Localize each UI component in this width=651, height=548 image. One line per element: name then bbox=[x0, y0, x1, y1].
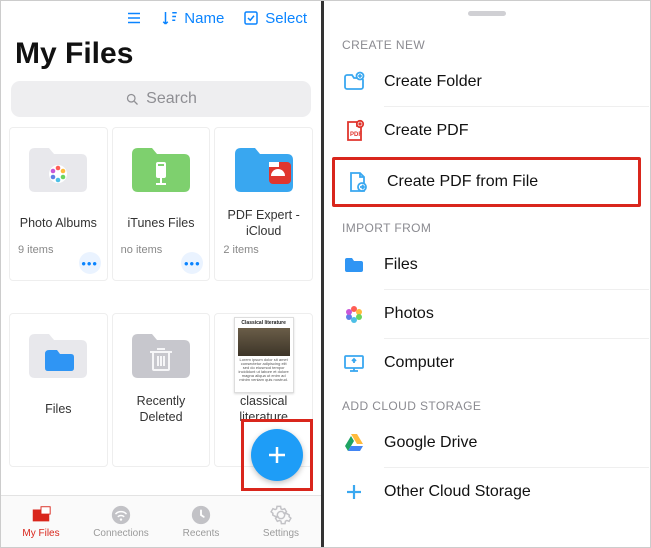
menu-label: Google Drive bbox=[384, 434, 477, 452]
list-icon bbox=[125, 9, 143, 27]
view-mode-button[interactable] bbox=[125, 9, 143, 27]
tab-connections[interactable]: Connections bbox=[81, 496, 161, 547]
section-create-new: CREATE NEW bbox=[324, 26, 649, 58]
folder-pdfexpert-icon bbox=[233, 144, 295, 194]
computer-icon bbox=[342, 351, 366, 375]
search-placeholder: Search bbox=[146, 90, 197, 108]
tab-settings[interactable]: Settings bbox=[241, 496, 321, 547]
fab-highlight-box bbox=[241, 419, 313, 491]
grid-item-label: iTunes Files bbox=[128, 208, 195, 240]
google-drive-icon bbox=[342, 431, 366, 455]
menu-label: Create Folder bbox=[384, 73, 482, 91]
menu-label: Files bbox=[384, 256, 418, 274]
myfiles-icon bbox=[30, 504, 52, 526]
grid-item-label: Photo Albums bbox=[20, 208, 97, 240]
menu-google-drive[interactable]: Google Drive bbox=[324, 419, 649, 467]
folder-plus-icon bbox=[342, 70, 366, 94]
menu-other-cloud[interactable]: Other Cloud Storage bbox=[324, 468, 649, 516]
grid-item-itunes[interactable]: iTunes Files no items ••• bbox=[112, 127, 211, 281]
page-title: My Files bbox=[1, 33, 321, 81]
grid-item-sub: 2 items bbox=[221, 244, 258, 256]
left-panel: Name Select My Files Search Photo Albums… bbox=[1, 1, 324, 547]
svg-text:PDF: PDF bbox=[350, 132, 362, 138]
grid-item-pdfexpert[interactable]: PDF Expert - iCloud 2 items bbox=[214, 127, 313, 281]
tab-recents[interactable]: Recents bbox=[161, 496, 241, 547]
pdf-plus-icon: PDF bbox=[342, 119, 366, 143]
more-button[interactable]: ••• bbox=[181, 252, 203, 274]
sheet-grabber[interactable] bbox=[468, 11, 506, 16]
tab-my-files[interactable]: My Files bbox=[1, 496, 81, 547]
menu-label: Create PDF bbox=[384, 122, 468, 140]
sort-button[interactable]: Name bbox=[161, 9, 224, 27]
folder-photos-icon bbox=[27, 144, 89, 194]
tab-bar: My Files Connections Recents Settings bbox=[1, 495, 321, 547]
menu-import-files[interactable]: Files bbox=[324, 241, 649, 289]
recents-icon bbox=[190, 504, 212, 526]
plus-icon bbox=[265, 443, 289, 467]
grid-item-sub: no items bbox=[119, 244, 163, 256]
grid-item-trash[interactable]: Recently Deleted bbox=[112, 313, 211, 467]
menu-import-photos[interactable]: Photos bbox=[324, 290, 649, 338]
add-menu-sheet: CREATE NEW Create Folder PDF Create PDF … bbox=[324, 1, 649, 547]
menu-create-folder[interactable]: Create Folder bbox=[324, 58, 649, 106]
select-label: Select bbox=[265, 10, 307, 27]
settings-icon bbox=[270, 504, 292, 526]
section-add-cloud: ADD CLOUD STORAGE bbox=[324, 387, 649, 419]
checkbox-icon bbox=[242, 9, 260, 27]
folder-icon bbox=[342, 253, 366, 277]
grid-item-files[interactable]: Files bbox=[9, 313, 108, 467]
grid-item-photo-albums[interactable]: Photo Albums 9 items ••• bbox=[9, 127, 108, 281]
menu-import-computer[interactable]: Computer bbox=[324, 339, 649, 387]
grid-item-label: PDF Expert - iCloud bbox=[221, 208, 306, 240]
grid-item-label: Files bbox=[45, 394, 71, 426]
menu-label: Computer bbox=[384, 354, 454, 372]
search-input[interactable]: Search bbox=[11, 81, 311, 117]
grid-item-sub: 9 items bbox=[16, 244, 53, 256]
top-toolbar: Name Select bbox=[1, 1, 321, 33]
sort-icon bbox=[161, 9, 179, 27]
document-thumbnail: Classical literature Lorem ipsum dolor s… bbox=[234, 317, 294, 393]
grid-item-label: Recently Deleted bbox=[119, 394, 204, 426]
photos-icon bbox=[342, 302, 366, 326]
file-arrow-icon bbox=[345, 170, 369, 194]
menu-label: Create PDF from File bbox=[387, 173, 538, 191]
folder-itunes-icon bbox=[130, 144, 192, 194]
add-button[interactable] bbox=[251, 429, 303, 481]
menu-label: Other Cloud Storage bbox=[384, 483, 531, 501]
folder-files-icon bbox=[27, 330, 89, 380]
connections-icon bbox=[110, 504, 132, 526]
section-import-from: IMPORT FROM bbox=[324, 209, 649, 241]
search-icon bbox=[125, 92, 140, 107]
sort-label: Name bbox=[184, 10, 224, 27]
menu-create-pdf[interactable]: PDF Create PDF bbox=[324, 107, 649, 155]
folder-trash-icon bbox=[130, 330, 192, 380]
more-button[interactable]: ••• bbox=[79, 252, 101, 274]
plus-icon bbox=[342, 480, 366, 504]
menu-label: Photos bbox=[384, 305, 434, 323]
select-button[interactable]: Select bbox=[242, 9, 307, 27]
menu-create-pdf-from-file[interactable]: Create PDF from File bbox=[332, 157, 641, 207]
